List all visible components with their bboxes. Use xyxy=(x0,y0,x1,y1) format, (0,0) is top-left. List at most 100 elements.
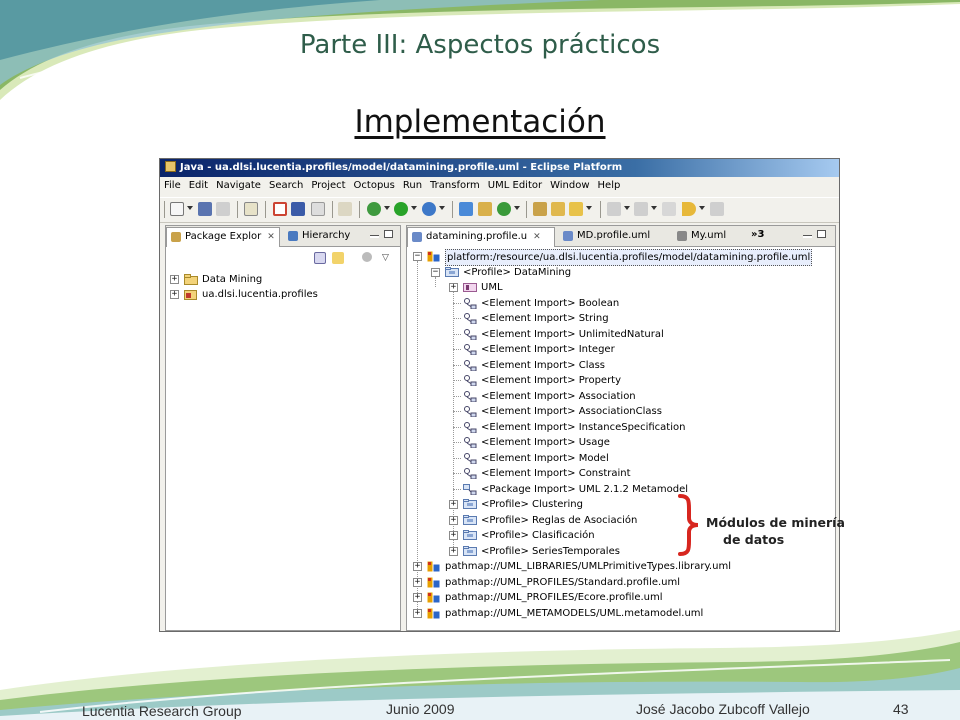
tree-node-label: <Element Import> Association xyxy=(481,390,636,402)
expand-icon[interactable]: + xyxy=(449,546,458,556)
minimize-icon[interactable] xyxy=(370,235,379,238)
data-mining-modules-callout: Módulos de minería de datos xyxy=(706,514,845,548)
new-class-icon[interactable] xyxy=(497,202,511,216)
profile-icon xyxy=(463,514,477,525)
tree-node-label: <Element Import> InstanceSpecification xyxy=(481,421,686,433)
toolbar-separator xyxy=(526,201,527,218)
tree-node-label: <Element Import> Class xyxy=(481,359,606,371)
filter-icon[interactable] xyxy=(362,252,372,262)
next-annotation-dropdown-icon[interactable] xyxy=(624,206,630,210)
menu-octopus[interactable]: Octopus xyxy=(350,177,399,195)
uml-file-icon xyxy=(563,231,573,241)
xml-icon[interactable] xyxy=(291,202,305,216)
debug-dropdown-icon[interactable] xyxy=(384,206,390,210)
new-project-icon[interactable] xyxy=(459,202,473,216)
toolbar xyxy=(160,197,839,223)
previous-annotation-icon[interactable] xyxy=(634,202,648,216)
new-package-icon[interactable] xyxy=(478,202,492,216)
external-tools-icon[interactable] xyxy=(422,202,436,216)
debug-icon[interactable] xyxy=(367,202,381,216)
collapse-icon[interactable]: − xyxy=(431,267,440,277)
import-icon xyxy=(464,452,477,464)
back-icon[interactable] xyxy=(682,202,696,216)
previous-annotation-dropdown-icon[interactable] xyxy=(651,206,657,210)
minimize-icon[interactable] xyxy=(803,235,812,238)
expand-icon[interactable]: + xyxy=(449,500,458,509)
external-tools-dropdown-icon[interactable] xyxy=(439,206,445,210)
folder-icon xyxy=(184,274,198,285)
expand-icon[interactable]: + xyxy=(170,275,179,284)
octopus-icon[interactable] xyxy=(273,202,287,216)
forward-icon[interactable] xyxy=(710,202,724,216)
run-icon[interactable] xyxy=(394,202,408,216)
window-title: Java - ua.dlsi.lucentia.profiles/model/d… xyxy=(180,162,623,173)
expand-icon[interactable]: + xyxy=(413,593,422,602)
tree-node-label: <Element Import> Integer xyxy=(481,344,615,355)
close-icon[interactable]: ✕ xyxy=(267,228,275,246)
new-dropdown-icon[interactable] xyxy=(187,206,193,210)
save-icon[interactable] xyxy=(198,202,212,216)
expand-icon[interactable]: + xyxy=(413,577,422,587)
collapse-all-icon[interactable] xyxy=(314,252,326,264)
menu-file[interactable]: File xyxy=(160,177,185,195)
xmi-icon[interactable] xyxy=(338,202,352,216)
link-editor-icon[interactable] xyxy=(332,252,344,264)
expand-icon[interactable]: + xyxy=(449,531,458,540)
maximize-icon[interactable] xyxy=(817,230,826,238)
tree-guide-line xyxy=(453,292,454,551)
profile-icon xyxy=(463,545,477,556)
import-icon xyxy=(464,406,477,417)
left-tab-strip: Package Explor ✕ Hierarchy xyxy=(166,226,400,247)
tab-datamining-profile[interactable]: datamining.profile.u ✕ xyxy=(407,227,555,247)
open-type-icon[interactable] xyxy=(533,202,547,216)
window-titlebar: Java - ua.dlsi.lucentia.profiles/model/d… xyxy=(160,159,839,177)
search-dropdown-icon[interactable] xyxy=(586,206,592,210)
resource-icon xyxy=(427,608,440,618)
menu-search[interactable]: Search xyxy=(265,177,307,195)
maximize-icon[interactable] xyxy=(384,230,393,238)
slide-subtitle: Implementación xyxy=(354,104,606,140)
uml-icon[interactable] xyxy=(311,202,325,216)
menu-help[interactable]: Help xyxy=(594,177,625,195)
menu-window[interactable]: Window xyxy=(546,177,593,195)
profile-icon xyxy=(463,499,477,509)
tab-hierarchy[interactable]: Hierarchy xyxy=(284,227,364,245)
expand-icon[interactable]: + xyxy=(449,515,458,525)
next-annotation-icon[interactable] xyxy=(607,202,621,216)
collapse-icon[interactable]: − xyxy=(413,252,422,261)
tool-icon[interactable] xyxy=(244,202,258,216)
menu-run[interactable]: Run xyxy=(399,177,426,195)
package-explorer-view: Package Explor ✕ Hierarchy ▽ + Data Minin… xyxy=(165,225,401,631)
tab-md-profile[interactable]: MD.profile.uml xyxy=(559,227,669,245)
run-dropdown-icon[interactable] xyxy=(411,206,417,210)
menu-uml-editor[interactable]: UML Editor xyxy=(484,177,546,195)
view-menu-icon[interactable]: ▽ xyxy=(382,253,389,263)
close-icon[interactable]: ✕ xyxy=(533,228,541,246)
tree-connector xyxy=(453,395,461,397)
search-icon[interactable] xyxy=(569,202,583,216)
expand-icon[interactable]: + xyxy=(413,562,422,571)
back-dropdown-icon[interactable] xyxy=(699,206,705,210)
tab-my-uml[interactable]: My.uml xyxy=(673,227,745,245)
expand-icon[interactable]: + xyxy=(170,290,179,299)
new-class-dropdown-icon[interactable] xyxy=(514,206,520,210)
print-icon[interactable] xyxy=(216,202,230,216)
tree-node-label: <Package Import> UML 2.1.2 Metamodel xyxy=(481,483,689,495)
expand-icon[interactable]: + xyxy=(413,608,422,618)
import-icon xyxy=(464,328,477,340)
expand-icon[interactable]: + xyxy=(449,283,458,292)
tree-node-label: <Element Import> Boolean xyxy=(481,297,620,309)
import-icon xyxy=(464,390,477,402)
last-edit-icon[interactable] xyxy=(662,202,676,216)
tree-connector xyxy=(453,333,461,335)
new-icon[interactable] xyxy=(170,202,184,216)
toolbar-separator xyxy=(265,201,266,218)
menu-project[interactable]: Project xyxy=(307,177,349,195)
open-folder-icon[interactable] xyxy=(551,202,565,216)
menu-transform[interactable]: Transform xyxy=(426,177,484,195)
tab-overflow-button[interactable]: »3 xyxy=(751,229,764,240)
menu-edit[interactable]: Edit xyxy=(185,177,212,195)
tab-package-explorer[interactable]: Package Explor ✕ xyxy=(166,227,280,247)
menu-navigate[interactable]: Navigate xyxy=(212,177,265,195)
tree-connector xyxy=(453,411,461,412)
